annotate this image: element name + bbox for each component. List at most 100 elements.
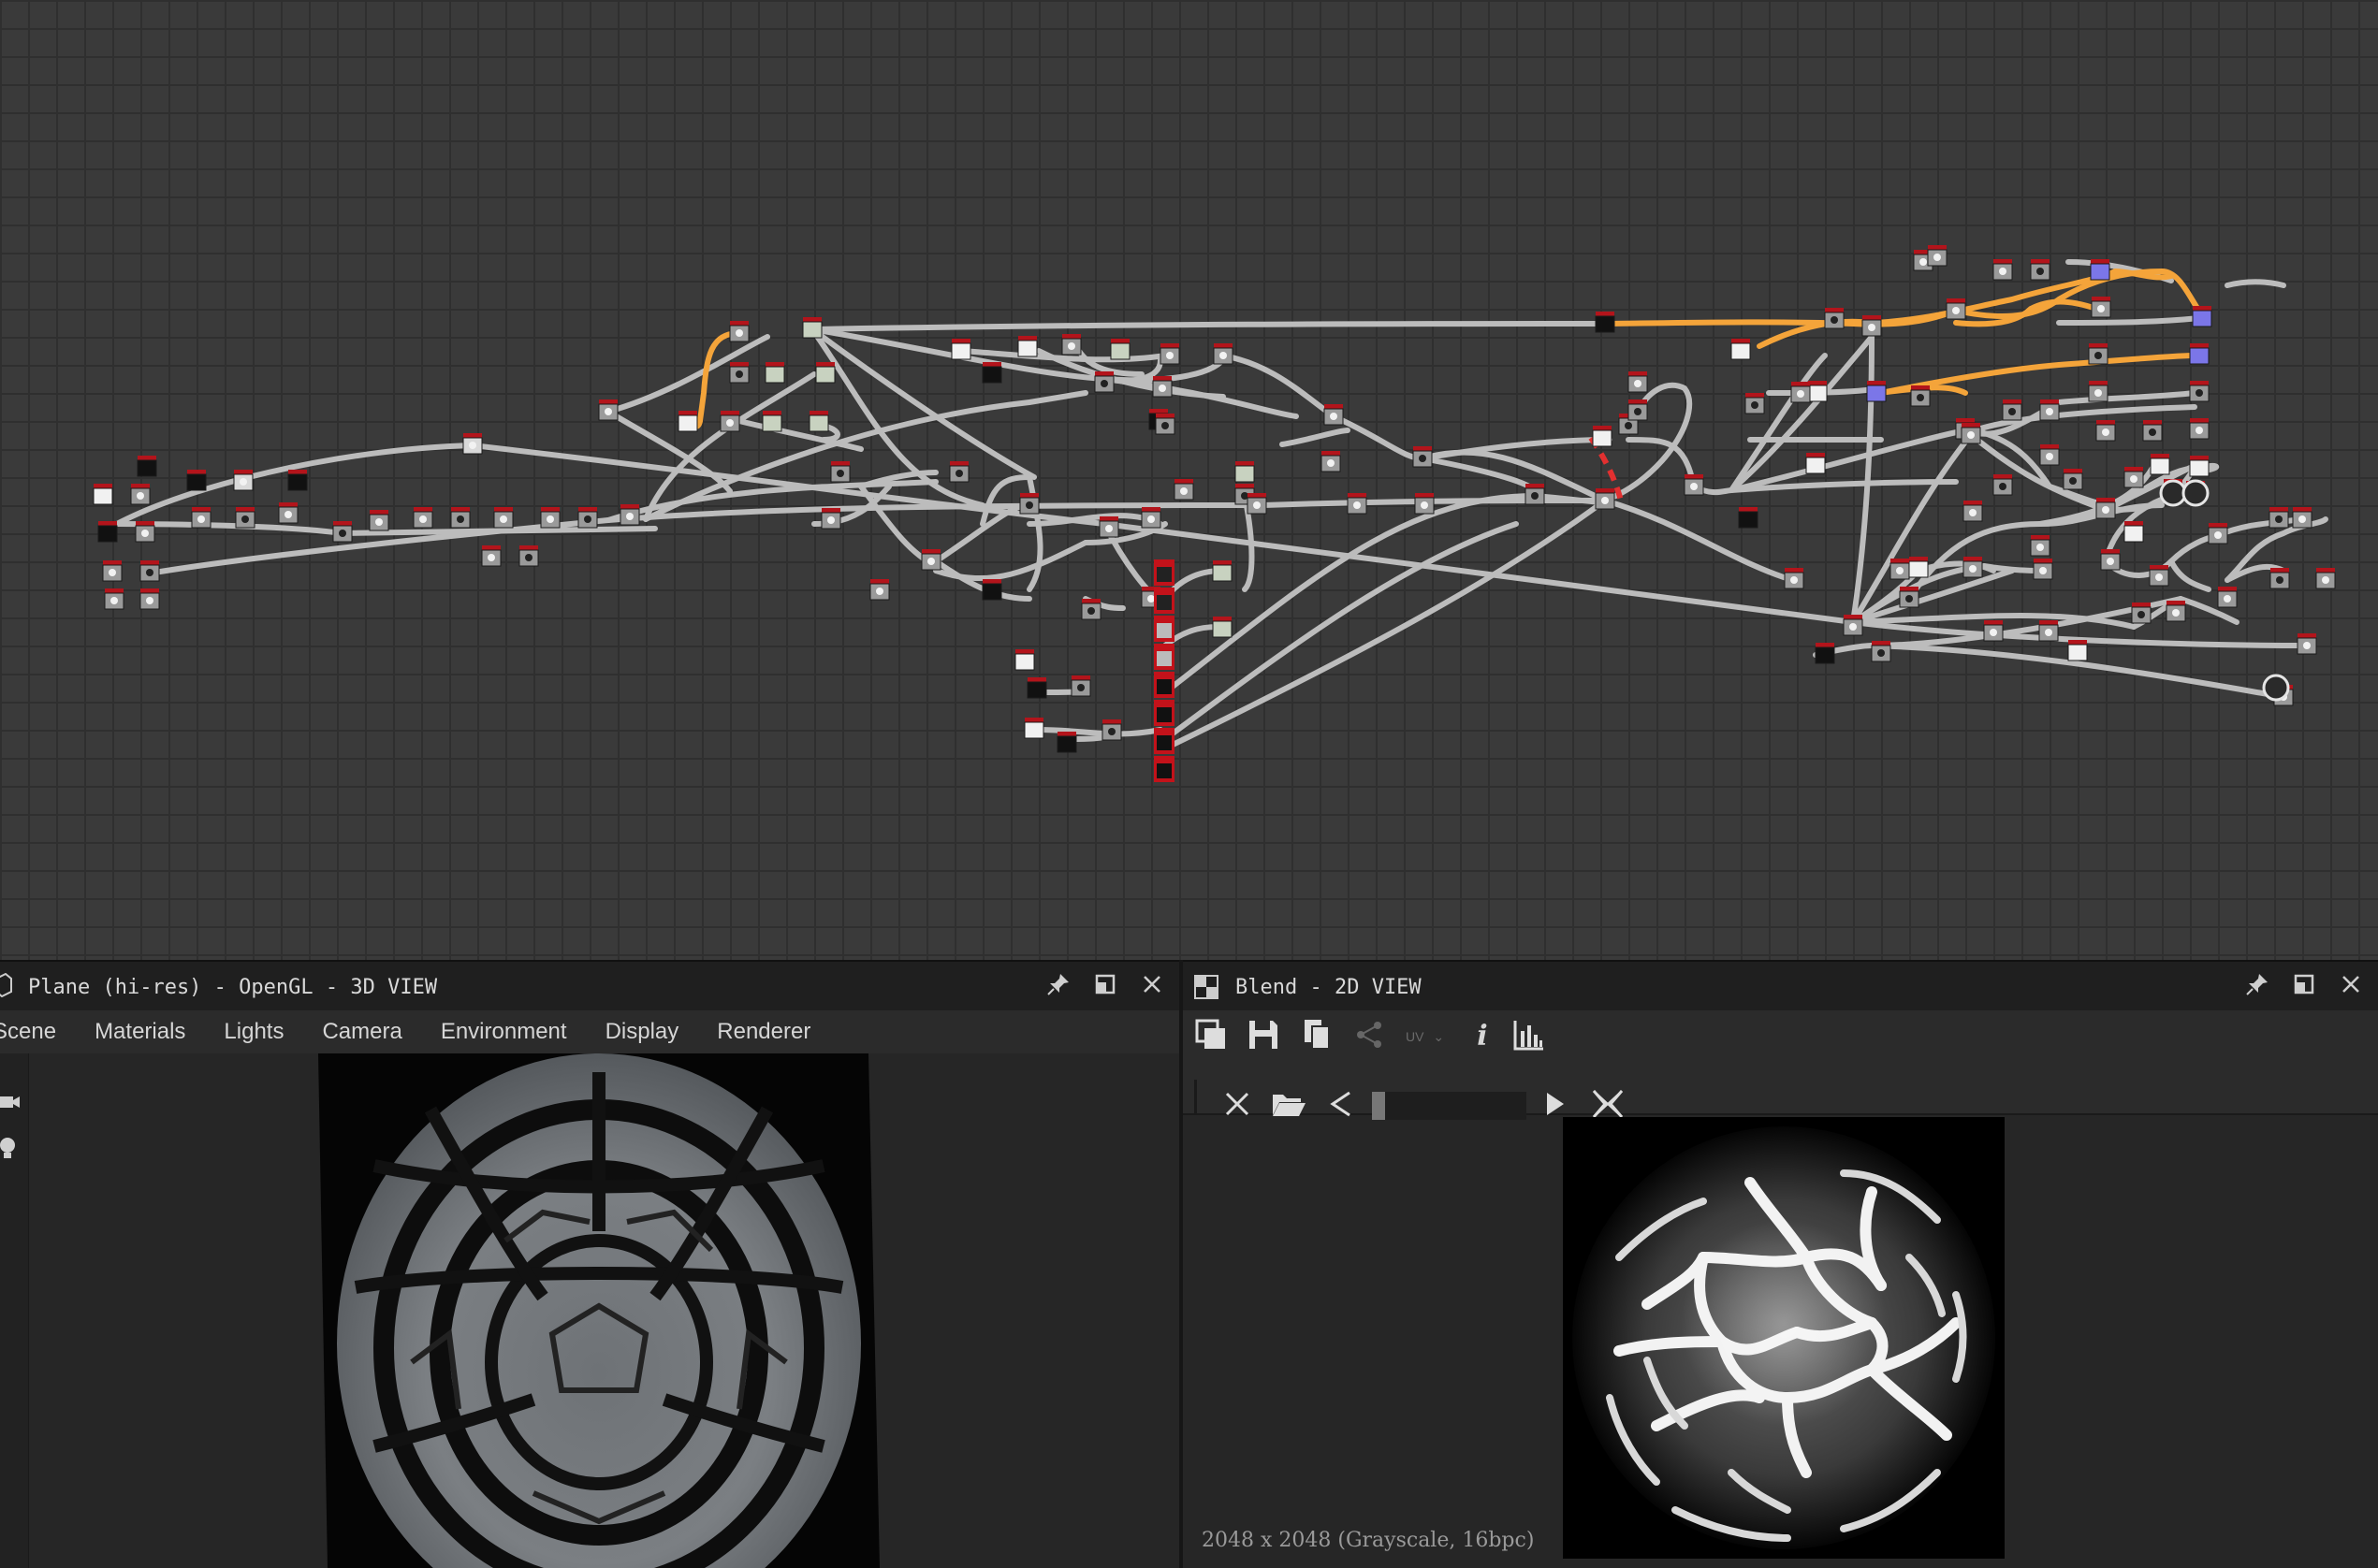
graph-node[interactable] [678,411,698,432]
graph-node[interactable] [762,411,782,432]
graph-node[interactable] [450,507,471,529]
graph-node[interactable] [233,470,254,491]
graph-node[interactable] [1790,382,1811,403]
graph-node[interactable] [191,507,212,529]
graph-node[interactable] [2189,343,2210,365]
graph-node[interactable] [1730,339,1751,360]
graph-node[interactable] [2189,381,2210,402]
frame-slider-thumb[interactable] [1372,1092,1385,1120]
graph-node[interactable] [137,456,157,477]
graph-node[interactable] [1525,484,1545,505]
uv-dropdown[interactable]: UV ⌄ [1406,1029,1444,1045]
camera-icon[interactable] [0,1091,21,1117]
graph-node[interactable] [951,339,971,360]
graph-node[interactable] [540,507,561,529]
graph-node[interactable] [1141,507,1161,529]
graph-node[interactable] [2166,601,2186,622]
graph-node[interactable] [620,504,640,526]
graph-node[interactable] [1017,336,1038,357]
graph-node[interactable] [809,411,829,432]
graph-node[interactable] [802,317,823,339]
graph-node[interactable] [1094,371,1115,393]
graph-node[interactable] [1962,557,1983,578]
view-2d-viewport[interactable] [1563,1117,2005,1559]
graph-node[interactable] [1212,560,1233,582]
graph-node[interactable] [2269,507,2289,529]
graph-node[interactable] [1843,615,1863,636]
graph-node[interactable] [1983,620,2004,642]
graph-node[interactable] [135,521,155,543]
frame-slider[interactable] [1372,1092,1526,1120]
graph-node[interactable] [1027,677,1047,699]
graph-node[interactable] [1784,568,1804,589]
graph-node[interactable] [1152,376,1173,398]
graph-node[interactable] [462,433,483,455]
graph-node[interactable] [1807,381,1828,402]
graph-node[interactable] [2149,565,2169,587]
graph-node[interactable] [1866,381,1887,402]
graph-node[interactable] [729,362,750,384]
graph-node[interactable] [493,507,514,529]
graph-node[interactable] [1871,641,1891,662]
graph-node[interactable] [2002,399,2022,421]
graph-node[interactable] [93,484,113,505]
graph-node[interactable] [1946,298,1966,320]
graph-node[interactable] [2269,568,2290,589]
menu-display[interactable]: Display [605,1019,679,1045]
graph-node[interactable] [1627,399,1648,421]
menu-camera[interactable]: Camera [322,1019,401,1045]
graph-node[interactable] [949,461,970,483]
graph-node[interactable] [1099,516,1119,538]
graph-node[interactable] [1962,501,1983,522]
graph-node[interactable] [1992,259,2013,281]
close-icon[interactable] [1138,971,1166,999]
graph-node[interactable] [2292,507,2312,529]
graph-node[interactable] [1024,718,1044,739]
graph-node[interactable] [2091,297,2111,318]
graph-node[interactable] [1824,308,1845,329]
graph-node[interactable] [2090,259,2110,281]
node-graph-canvas[interactable] [0,0,2378,960]
graph-node[interactable] [1414,493,1435,515]
histogram-icon[interactable] [1510,1018,1548,1055]
graph-node[interactable] [1174,479,1194,501]
graph-node[interactable] [1071,675,1091,697]
graph-node[interactable] [1992,474,2013,496]
graph-node[interactable] [1154,588,1174,614]
graph-node[interactable] [104,588,124,610]
graph-node[interactable] [1154,644,1174,670]
graph-node[interactable] [821,508,841,530]
graph-node[interactable] [729,321,750,342]
graph-node[interactable] [102,560,123,582]
graph-node[interactable] [481,545,502,567]
graph-node[interactable] [2315,568,2336,589]
graph-node[interactable] [1861,315,1882,337]
graph-node[interactable] [815,362,836,384]
graph-node[interactable] [598,399,619,421]
graph-node[interactable] [1805,453,1826,474]
graph-node[interactable] [1323,404,1344,426]
graph-node[interactable] [2297,633,2317,655]
graph-node[interactable] [186,470,207,491]
graph-node[interactable] [2217,587,2238,608]
graph-node[interactable] [139,560,160,582]
copy-icon[interactable] [1299,1018,1336,1055]
graph-node[interactable] [2123,467,2144,488]
graph-node[interactable] [1889,559,1910,580]
graph-node[interactable] [1927,245,1948,267]
graph-node[interactable] [1234,461,1255,483]
output-node-icon[interactable] [2159,479,2187,507]
graph-node[interactable] [2189,456,2210,477]
graph-node[interactable] [765,362,785,384]
graph-node[interactable] [1019,493,1040,515]
graph-node[interactable] [2208,523,2228,544]
graph-node[interactable] [1908,557,1929,578]
graph-node[interactable] [2192,306,2212,327]
graph-node[interactable] [278,502,299,524]
graph-node[interactable] [2033,559,2053,580]
menu-materials[interactable]: Materials [95,1019,185,1045]
node-graph[interactable] [0,0,2378,960]
graph-node[interactable] [1154,559,1174,586]
graph-node[interactable] [2142,420,2163,442]
graph-node[interactable] [130,484,151,505]
